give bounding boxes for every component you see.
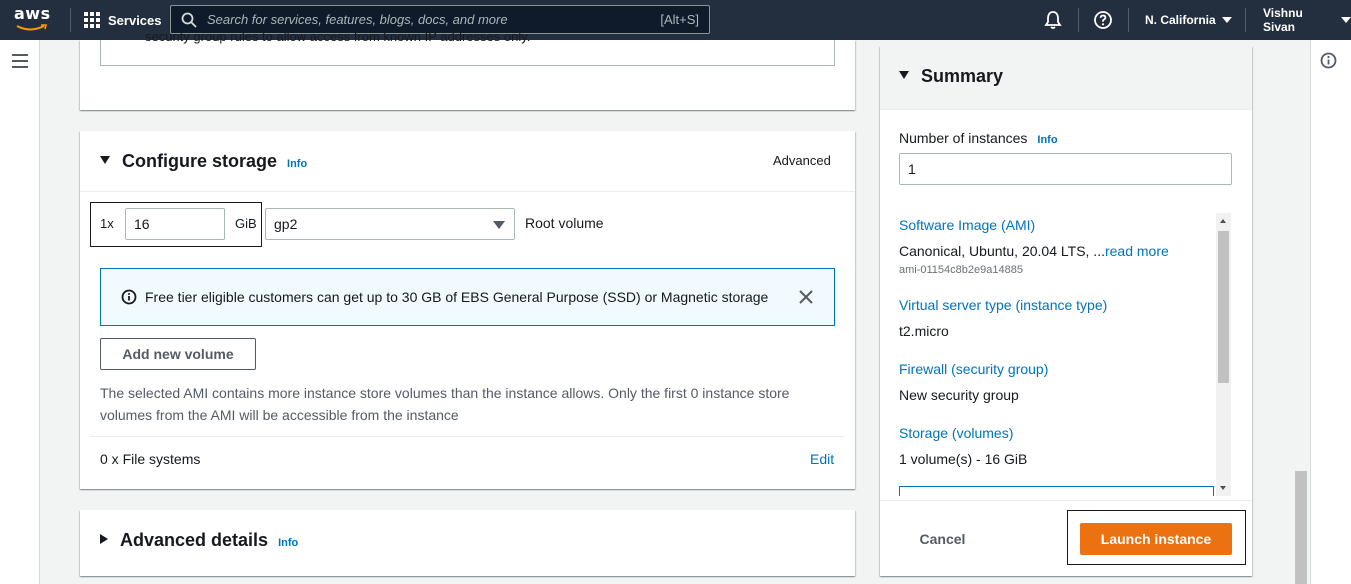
caret-down-icon (493, 221, 505, 229)
divider (880, 500, 1252, 501)
caret-down-icon (1341, 17, 1351, 23)
nav-divider (1128, 8, 1129, 32)
firewall-value: New security group (899, 387, 1019, 403)
ami-label[interactable]: Software Image (AMI) (899, 217, 1035, 233)
root-volume-label: Root volume (525, 215, 604, 231)
nav-divider (1078, 8, 1079, 32)
search-icon (181, 12, 197, 28)
caret-down-icon (1221, 17, 1232, 23)
user-name: Vishnu Sivan (1263, 6, 1303, 34)
volume-size-input[interactable]: 16 (125, 208, 225, 240)
advanced-details-info-link[interactable]: Info (278, 537, 298, 549)
page-scrollbar-thumb[interactable] (1295, 471, 1307, 584)
instance-store-note: The selected AMI contains more instance … (100, 385, 790, 423)
file-systems-label: 0 x File systems (100, 451, 201, 467)
aws-smile-icon (16, 24, 48, 31)
volume-type-select[interactable]: gp2 (265, 208, 515, 240)
collapse-caret-icon (100, 156, 110, 164)
grid-icon (84, 12, 100, 28)
instance-type-label[interactable]: Virtual server type (instance type) (899, 297, 1107, 313)
firewall-label[interactable]: Firewall (security group) (899, 361, 1048, 377)
alert-text: Free tier eligible customers can get up … (145, 289, 769, 305)
ami-value-row: Canonical, Ubuntu, 20.04 LTS, ...read mo… (899, 243, 1169, 259)
left-side-rail (0, 40, 40, 584)
launch-instance-button[interactable]: Launch instance (1080, 523, 1232, 555)
storage-info-link[interactable]: Info (287, 158, 307, 170)
info-icon (121, 289, 137, 305)
summary-title: Summary (921, 66, 1004, 86)
advanced-link[interactable]: Advanced (773, 153, 831, 168)
page-scrollbar[interactable] (1293, 40, 1309, 584)
number-of-instances-input[interactable]: 1 (899, 153, 1232, 185)
volume-size-value: 16 (134, 216, 150, 232)
storage-header[interactable]: Configure storage Info (100, 151, 307, 172)
right-side-rail (1310, 40, 1351, 584)
volume-multiplier: 1x (100, 216, 114, 231)
aws-logo-text: aws (14, 4, 51, 23)
free-tier-info-box (899, 486, 1214, 496)
storage-volumes-label[interactable]: Storage (volumes) (899, 425, 1013, 441)
instance-type-value: t2.micro (899, 323, 949, 339)
info-circle-icon[interactable] (1320, 52, 1337, 69)
instances-label-row: Number of instances Info (899, 130, 1058, 146)
region-selector[interactable]: N. California (1145, 0, 1232, 40)
summary-title-row[interactable]: Summary (899, 66, 1003, 87)
services-label: Services (108, 12, 162, 28)
help-icon[interactable] (1093, 10, 1113, 30)
search-shortcut: [Alt+S] (660, 12, 699, 27)
instances-label: Number of instances (899, 130, 1028, 146)
instances-info-link[interactable]: Info (1037, 134, 1057, 146)
hamburger-menu-icon[interactable] (12, 54, 28, 68)
region-label: N. California (1145, 13, 1216, 27)
volume-type-value: gp2 (274, 216, 298, 232)
aws-logo[interactable]: aws (14, 6, 54, 34)
edit-file-systems-link[interactable]: Edit (810, 451, 834, 467)
instances-value: 1 (908, 161, 916, 177)
nav-divider (70, 8, 71, 32)
ami-id: ami-01154c8b2e9a14885 (899, 264, 1023, 276)
expand-caret-icon (100, 534, 108, 544)
storage-volumes-value: 1 volume(s) - 16 GiB (899, 451, 1028, 467)
advanced-details-header[interactable]: Advanced details Info (100, 530, 298, 551)
summary-scrollbar-thumb[interactable] (1218, 231, 1229, 383)
storage-title: Configure storage (122, 151, 278, 171)
bell-icon[interactable] (1043, 10, 1063, 30)
user-menu[interactable]: Vishnu Sivan (1263, 0, 1351, 40)
security-warning-box (100, 40, 835, 66)
volume-size-unit: GiB (235, 216, 257, 231)
add-new-volume-button[interactable]: Add new volume (100, 338, 256, 370)
divider (90, 436, 845, 437)
scroll-down-icon[interactable] (1220, 486, 1226, 490)
ami-value: Canonical, Ubuntu, 20.04 LTS, ... (899, 243, 1105, 259)
search-input[interactable] (207, 12, 661, 27)
free-tier-alert: Free tier eligible customers can get up … (100, 268, 835, 326)
divider (80, 191, 855, 192)
summary-scrollbar[interactable] (1216, 213, 1231, 496)
collapse-caret-icon (899, 71, 909, 79)
ami-read-more-link[interactable]: read more (1105, 243, 1169, 259)
close-icon[interactable] (798, 289, 814, 305)
advanced-details-title: Advanced details (120, 530, 269, 550)
nav-divider (1245, 8, 1246, 32)
cancel-button[interactable]: Cancel (905, 522, 980, 556)
scroll-up-icon[interactable] (1220, 219, 1226, 223)
